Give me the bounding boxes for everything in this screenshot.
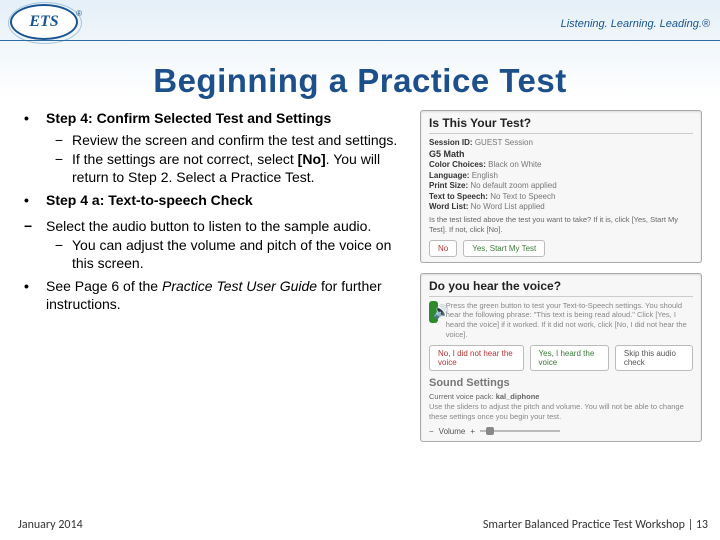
right-column: Is This Your Test? Session ID: GUEST Ses…	[420, 110, 702, 452]
sub-text: If the settings are not correct, select …	[72, 151, 408, 186]
content-row: • Step 4: Confirm Selected Test and Sett…	[0, 100, 720, 452]
header: ETS® Listening. Learning. Leading.®	[0, 0, 720, 46]
row-test: G5 Math	[429, 149, 693, 159]
no-button[interactable]: No	[429, 240, 457, 257]
row-wordlist: Word List: No Word List applied	[429, 202, 693, 211]
no-voice-button[interactable]: No, I did not hear the voice	[429, 345, 524, 371]
yes-start-button[interactable]: Yes, Start My Test	[463, 240, 545, 257]
guide-text: See Page 6 of the Practice Test User Gui…	[46, 278, 408, 313]
dash-icon: −	[46, 151, 72, 186]
dash-icon: −	[46, 237, 72, 272]
bullet-icon: •	[24, 192, 46, 214]
row-session: Session ID: GUEST Session	[429, 138, 693, 147]
sub-text: You can adjust the volume and pitch of t…	[72, 237, 408, 272]
page-title: Beginning a Practice Test	[0, 62, 720, 100]
slider-thumb[interactable]	[486, 427, 494, 435]
bullet-icon: •	[24, 278, 46, 313]
ets-logo-text: ETS	[29, 14, 58, 30]
audio-text: Select the audio button to listen to the…	[46, 218, 371, 234]
row-lang: Language: English	[429, 171, 693, 180]
audio-item: − Select the audio button to listen to t…	[24, 218, 408, 275]
voice-pack: Current voice pack: kal_diphone	[429, 392, 693, 401]
skip-audio-button[interactable]: Skip this audio check	[615, 345, 693, 371]
footer-page: Smarter Balanced Practice Test Workshop …	[483, 518, 708, 532]
audio-check-panel: Do you hear the voice? Press the green b…	[420, 273, 702, 442]
guide-item: • See Page 6 of the Practice Test User G…	[24, 278, 408, 313]
sub-text: Review the screen and confirm the test a…	[72, 132, 408, 150]
confirm-test-panel: Is This Your Test? Session ID: GUEST Ses…	[420, 110, 702, 263]
left-column: • Step 4: Confirm Selected Test and Sett…	[24, 110, 408, 452]
dash-icon: −	[46, 132, 72, 150]
step4a-item: • Step 4 a: Text-to-speech Check	[24, 192, 408, 214]
dash-icon: −	[24, 218, 46, 275]
footer-date: January 2014	[18, 518, 83, 532]
ets-logo: ETS®	[10, 4, 78, 40]
step4-heading: Step 4: Confirm Selected Test and Settin…	[46, 110, 408, 128]
panel1-question: Is the test listed above the test you wa…	[429, 215, 693, 235]
row-print: Print Size: No default zoom applied	[429, 181, 693, 190]
volume-slider[interactable]: −Volume+	[429, 427, 693, 436]
step4a-heading: Step 4 a: Text-to-speech Check	[46, 192, 408, 210]
bullet-icon: •	[24, 110, 46, 188]
step4-sub-2: −If the settings are not correct, select…	[46, 151, 408, 186]
footer: January 2014 Smarter Balanced Practice T…	[18, 518, 708, 532]
header-divider	[0, 40, 720, 41]
row-color: Color Choices: Black on White	[429, 160, 693, 169]
sound-desc: Use the sliders to adjust the pitch and …	[429, 402, 693, 422]
panel2-desc: Press the green button to test your Text…	[446, 301, 693, 340]
step4-sub-1: −Review the screen and confirm the test …	[46, 132, 408, 150]
speaker-icon[interactable]	[429, 301, 438, 323]
row-tts: Text to Speech: No Text to Speech	[429, 192, 693, 201]
step4-item: • Step 4: Confirm Selected Test and Sett…	[24, 110, 408, 188]
sound-settings-title: Sound Settings	[429, 377, 693, 389]
panel1-title: Is This Your Test?	[429, 116, 693, 134]
panel2-title: Do you hear the voice?	[429, 279, 693, 297]
tagline: Listening. Learning. Leading.®	[561, 18, 710, 30]
yes-voice-button[interactable]: Yes, I heard the voice	[530, 345, 609, 371]
audio-sub-1: −You can adjust the volume and pitch of …	[46, 237, 408, 272]
